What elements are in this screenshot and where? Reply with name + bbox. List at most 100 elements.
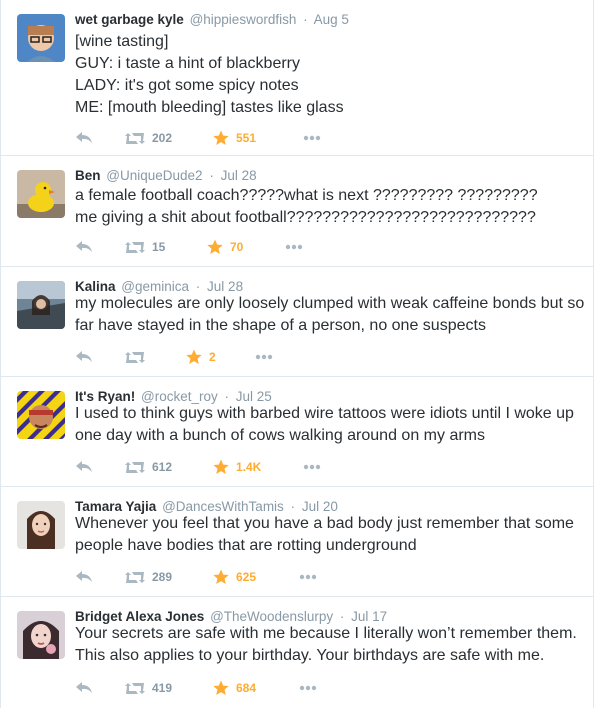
reply-button[interactable] [75, 457, 93, 477]
author-username[interactable]: @UniqueDude2 [106, 168, 202, 183]
more-dots-icon [303, 464, 321, 470]
tweet[interactable]: It's Ryan! @rocket_roy · Jul 25 I used t… [1, 377, 593, 487]
author-name[interactable]: Ben [75, 168, 101, 183]
more-dots-icon [299, 574, 317, 580]
star-icon [207, 239, 223, 254]
tweet-timestamp[interactable]: Jul 17 [351, 609, 387, 624]
reply-icon [76, 682, 92, 693]
tweet-text: a female football coach?????what is next… [75, 187, 538, 226]
more-dots-icon [255, 354, 273, 360]
favorite-count: 1.4K [236, 460, 262, 474]
retweet-icon [125, 571, 145, 583]
favorite-button[interactable]: 2 [186, 347, 216, 367]
retweet-button[interactable] [125, 347, 145, 367]
favorite-button[interactable]: 1.4K [213, 457, 261, 477]
retweet-count: 15 [152, 240, 166, 254]
author-username[interactable]: @TheWoodenslurpy [210, 609, 333, 624]
tweet-timestamp[interactable]: Aug 5 [314, 12, 349, 27]
tweet-timestamp[interactable]: Jul 25 [236, 389, 272, 404]
favorite-button[interactable]: 684 [213, 678, 256, 698]
retweet-icon [125, 682, 145, 694]
retweet-icon [125, 241, 145, 253]
reply-icon [76, 461, 92, 472]
avatar[interactable] [17, 281, 65, 329]
author-username[interactable]: @geminica [121, 279, 189, 294]
favorite-count: 2 [209, 350, 216, 364]
retweet-count: 202 [152, 131, 173, 145]
author-name[interactable]: It's Ryan! [75, 389, 135, 404]
favorite-button[interactable]: 625 [213, 567, 256, 587]
tweet[interactable]: Bridget Alexa Jones @TheWoodenslurpy · J… [1, 597, 593, 708]
reply-icon [76, 351, 92, 362]
tweet-header: Ben @UniqueDude2 · Jul 28 [75, 167, 257, 185]
more-dots-icon [285, 244, 303, 250]
more-button[interactable] [299, 678, 317, 698]
favorite-button[interactable]: 551 [213, 128, 256, 148]
more-button[interactable] [255, 347, 273, 367]
retweet-icon [125, 351, 145, 363]
tweet[interactable]: Ben @UniqueDude2 · Jul 28 a female footb… [1, 156, 593, 267]
author-name[interactable]: Tamara Yajia [75, 499, 156, 514]
tweet-timestamp[interactable]: Jul 20 [302, 499, 338, 514]
more-dots-icon [299, 685, 317, 691]
author-name[interactable]: Bridget Alexa Jones [75, 609, 204, 624]
retweet-button[interactable]: 202 [125, 128, 172, 148]
avatar[interactable] [17, 501, 65, 549]
star-icon [186, 349, 202, 364]
reply-button[interactable] [75, 347, 93, 367]
retweet-icon [125, 461, 145, 473]
tweet-text: I used to think guys with barbed wire ta… [75, 405, 574, 444]
tweet[interactable]: Tamara Yajia @DancesWithTamis · Jul 20 W… [1, 487, 593, 597]
tweet-timestamp[interactable]: Jul 28 [221, 168, 257, 183]
retweet-button[interactable]: 419 [125, 678, 172, 698]
favorite-count: 70 [230, 240, 244, 254]
separator-dot: · [303, 12, 308, 27]
separator-dot: · [195, 279, 201, 294]
avatar[interactable] [17, 611, 65, 659]
favorite-count: 625 [236, 570, 257, 584]
retweet-button[interactable]: 289 [125, 567, 172, 587]
separator-dot: · [224, 389, 230, 404]
reply-button[interactable] [75, 678, 93, 698]
reply-button[interactable] [75, 237, 93, 257]
avatar[interactable] [17, 14, 65, 62]
more-button[interactable] [299, 567, 317, 587]
author-username[interactable]: @DancesWithTamis [162, 499, 284, 514]
favorite-count: 551 [236, 131, 257, 145]
retweet-icon [125, 132, 145, 144]
avatar[interactable] [17, 170, 65, 218]
tweet-timeline: wet garbage kyle @hippieswordfish · Aug … [0, 0, 594, 708]
favorite-button[interactable]: 70 [207, 237, 243, 257]
more-button[interactable] [303, 128, 321, 148]
tweet-text: my molecules are only loosely clumped wi… [75, 295, 585, 334]
author-name[interactable]: Kalina [75, 279, 116, 294]
reply-button[interactable] [75, 128, 93, 148]
more-button[interactable] [303, 457, 321, 477]
avatar[interactable] [17, 391, 65, 439]
favorite-count: 684 [236, 681, 257, 695]
star-icon [213, 569, 229, 584]
star-icon [213, 130, 229, 145]
retweet-button[interactable]: 15 [125, 237, 165, 257]
retweet-button[interactable]: 612 [125, 457, 172, 477]
tweet[interactable]: wet garbage kyle @hippieswordfish · Aug … [1, 0, 593, 156]
reply-button[interactable] [75, 567, 93, 587]
tweet[interactable]: Kalina @geminica · Jul 28 my molecules a… [1, 267, 593, 377]
star-icon [213, 680, 229, 695]
separator-dot: · [290, 499, 296, 514]
star-icon [213, 459, 229, 474]
reply-icon [76, 132, 92, 143]
separator-dot: · [209, 168, 214, 183]
reply-icon [76, 571, 92, 582]
reply-icon [76, 241, 92, 252]
retweet-count: 612 [152, 460, 173, 474]
tweet-text: [wine tasting] GUY: i taste a hint of bl… [75, 33, 344, 116]
tweet-timestamp[interactable]: Jul 28 [207, 279, 243, 294]
author-name[interactable]: wet garbage kyle [75, 12, 184, 27]
more-button[interactable] [285, 237, 303, 257]
retweet-count: 419 [152, 681, 173, 695]
author-username[interactable]: @rocket_roy [141, 389, 218, 404]
tweet-text: Your secrets are safe with me because I … [75, 625, 577, 664]
more-dots-icon [303, 135, 321, 141]
author-username[interactable]: @hippieswordfish [190, 12, 297, 27]
